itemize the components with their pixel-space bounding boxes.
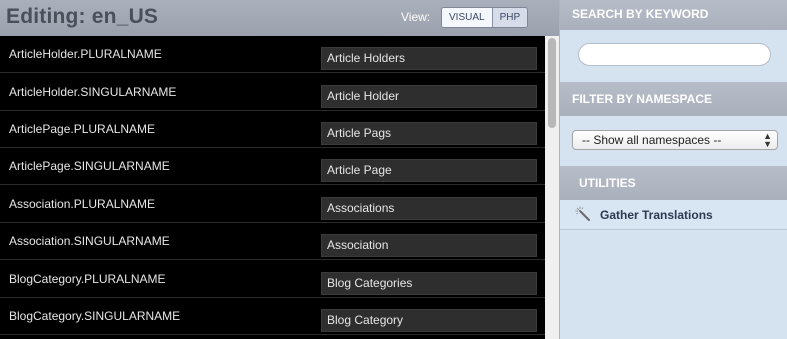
magic-wand-icon: [575, 206, 590, 221]
keyword-search-input[interactable]: [578, 43, 771, 66]
keyword-section-heading: SEARCH BY KEYWORD: [560, 0, 787, 30]
translation-editor: Editing: en_US View: VISUAL PHP ArticleH…: [0, 0, 559, 339]
row-key: BlogCategory.PLURALNAME: [9, 272, 166, 286]
scrollbar-thumb[interactable]: [548, 38, 556, 128]
row-value-input[interactable]: Blog Categories: [321, 272, 537, 295]
row-value-input[interactable]: Article Pags: [321, 122, 537, 145]
editor-header: Editing: en_US View: VISUAL PHP: [0, 0, 559, 36]
view-toggle: VISUAL PHP: [441, 7, 529, 28]
table-row: ArticleHolder.PLURALNAME Article Holders: [0, 36, 545, 73]
row-key: ArticleHolder.PLURALNAME: [9, 47, 162, 61]
row-value-input[interactable]: Article Holder: [321, 85, 537, 108]
row-key: ArticlePage.PLURALNAME: [9, 122, 156, 136]
table-row: Association.SINGULARNAME Association: [0, 223, 545, 260]
gather-translations-link[interactable]: Gather Translations: [560, 200, 787, 230]
page-title: Editing: en_US: [6, 5, 159, 28]
select-arrows-icon: ▲ ▼: [763, 131, 772, 149]
row-value-input[interactable]: Association: [321, 234, 537, 257]
row-value-input[interactable]: Associations: [321, 197, 537, 220]
row-value-input[interactable]: Article Holders: [321, 47, 537, 70]
namespace-section-heading: FILTER BY NAMESPACE: [560, 82, 787, 116]
row-value-input[interactable]: Blog Category: [321, 309, 537, 332]
row-key: Association.PLURALNAME: [9, 197, 156, 211]
utilities-section-heading: UTILITIES: [560, 166, 787, 200]
table-row: BlogCategory.PLURALNAME Blog Categories: [0, 261, 545, 298]
row-key: ArticlePage.SINGULARNAME: [9, 159, 170, 173]
row-value-input[interactable]: Article Page: [321, 159, 537, 182]
translation-list: ArticleHolder.PLURALNAME Article Holders…: [0, 36, 545, 339]
namespace-select[interactable]: -- Show all namespaces -- ▲ ▼: [572, 130, 778, 150]
table-row: ArticlePage.PLURALNAME Article Pags: [0, 111, 545, 148]
table-row: ArticleHolder.SINGULARNAME Article Holde…: [0, 74, 545, 111]
gather-translations-label: Gather Translations: [600, 208, 713, 222]
row-key: Association.SINGULARNAME: [9, 234, 170, 248]
vertical-scrollbar[interactable]: [545, 36, 559, 339]
sidebar: SEARCH BY KEYWORD FILTER BY NAMESPACE --…: [559, 0, 787, 339]
view-label: View:: [401, 10, 431, 24]
table-row: BlogCategory.SINGULARNAME Blog Category: [0, 298, 545, 335]
row-key: ArticleHolder.SINGULARNAME: [9, 85, 177, 99]
table-row: Association.PLURALNAME Associations: [0, 186, 545, 223]
table-row: ArticlePage.SINGULARNAME Article Page: [0, 148, 545, 185]
row-key: BlogCategory.SINGULARNAME: [9, 309, 181, 323]
view-visual-button[interactable]: VISUAL: [442, 8, 493, 27]
namespace-select-value: -- Show all namespaces --: [582, 133, 722, 147]
view-php-button[interactable]: PHP: [492, 8, 528, 27]
